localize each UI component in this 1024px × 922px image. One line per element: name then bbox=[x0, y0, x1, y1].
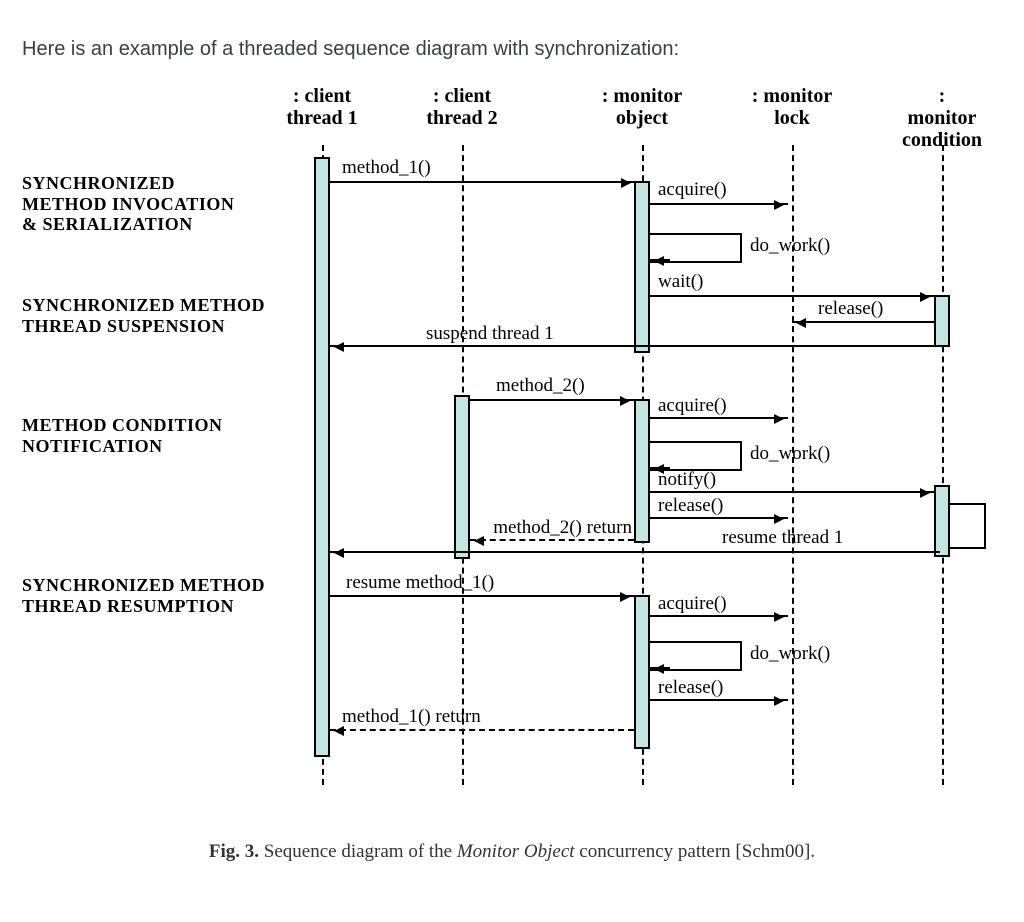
label-resume-thread1: resume thread 1 bbox=[722, 527, 843, 549]
activation-obj-1 bbox=[634, 181, 650, 353]
label-release3: release() bbox=[658, 677, 723, 699]
activation-thread1 bbox=[314, 157, 330, 757]
arrow-release3 bbox=[650, 699, 788, 701]
arrow-acquire3 bbox=[650, 615, 788, 617]
arrow-method2 bbox=[470, 399, 634, 401]
arrow-method1 bbox=[330, 181, 635, 183]
arrow-notify bbox=[650, 491, 934, 493]
label-resume-method1: resume method_1() bbox=[346, 572, 494, 594]
label-method2: method_2() bbox=[496, 375, 585, 397]
arrow-acquire1 bbox=[650, 203, 788, 205]
lane-thread2: : clientthread 2 bbox=[426, 85, 497, 129]
label-method1-return: method_1() return bbox=[342, 706, 481, 728]
arrow-release2 bbox=[650, 517, 788, 519]
lane-monitor-lock: : monitorlock bbox=[752, 85, 833, 129]
label-suspend: suspend thread 1 bbox=[426, 323, 554, 345]
activation-cond-2 bbox=[934, 485, 950, 557]
self-resume-thread1 bbox=[950, 503, 986, 549]
label-dowork2: do_work() bbox=[750, 443, 830, 465]
activation-thread2 bbox=[454, 395, 470, 559]
intro-text: Here is an example of a threaded sequenc… bbox=[22, 38, 1002, 61]
arrow-wait bbox=[650, 295, 934, 297]
phase-invocation: SYNCHRONIZEDMETHOD INVOCATION& SERIALIZA… bbox=[22, 173, 302, 235]
sequence-diagram: : clientthread 1 : clientthread 2 : moni… bbox=[22, 85, 1002, 805]
arrow-suspend bbox=[330, 345, 934, 347]
phase-notification: METHOD CONDITIONNOTIFICATION bbox=[22, 415, 302, 456]
arrow-method1-return bbox=[330, 729, 634, 731]
label-release2: release() bbox=[658, 495, 723, 517]
arrow-release1 bbox=[792, 321, 934, 323]
lane-monitor-object: : monitorobject bbox=[602, 85, 683, 129]
lifeline-monitor-condition bbox=[942, 145, 944, 785]
phase-resumption: SYNCHRONIZED METHODTHREAD RESUMPTION bbox=[22, 575, 302, 616]
lane-thread1: : clientthread 1 bbox=[286, 85, 357, 129]
activation-cond-1 bbox=[934, 295, 950, 347]
label-notify: notify() bbox=[658, 469, 716, 491]
figure-caption: Fig. 3. Sequence diagram of the Monitor … bbox=[22, 841, 1002, 863]
label-release1: release() bbox=[818, 298, 883, 320]
arrow-method2-return bbox=[470, 539, 634, 541]
phase-suspension: SYNCHRONIZED METHODTHREAD SUSPENSION bbox=[22, 295, 302, 336]
label-acquire3: acquire() bbox=[658, 593, 727, 615]
label-acquire2: acquire() bbox=[658, 395, 727, 417]
arrow-resume-method1 bbox=[330, 595, 634, 597]
label-dowork3: do_work() bbox=[750, 643, 830, 665]
label-acquire1: acquire() bbox=[658, 179, 727, 201]
self-dowork3-ret bbox=[650, 667, 670, 669]
arrow-acquire2 bbox=[650, 417, 788, 419]
label-wait: wait() bbox=[658, 271, 703, 293]
activation-obj-3 bbox=[634, 595, 650, 749]
label-method2-return: method_2() return bbox=[478, 517, 632, 539]
label-method1: method_1() bbox=[342, 157, 431, 179]
label-dowork1: do_work() bbox=[750, 235, 830, 257]
self-dowork1-ret bbox=[650, 259, 670, 261]
activation-obj-2 bbox=[634, 399, 650, 543]
arrow-resume-thread1 bbox=[330, 551, 940, 553]
lane-monitor-condition: : monitorcondition bbox=[902, 85, 982, 151]
